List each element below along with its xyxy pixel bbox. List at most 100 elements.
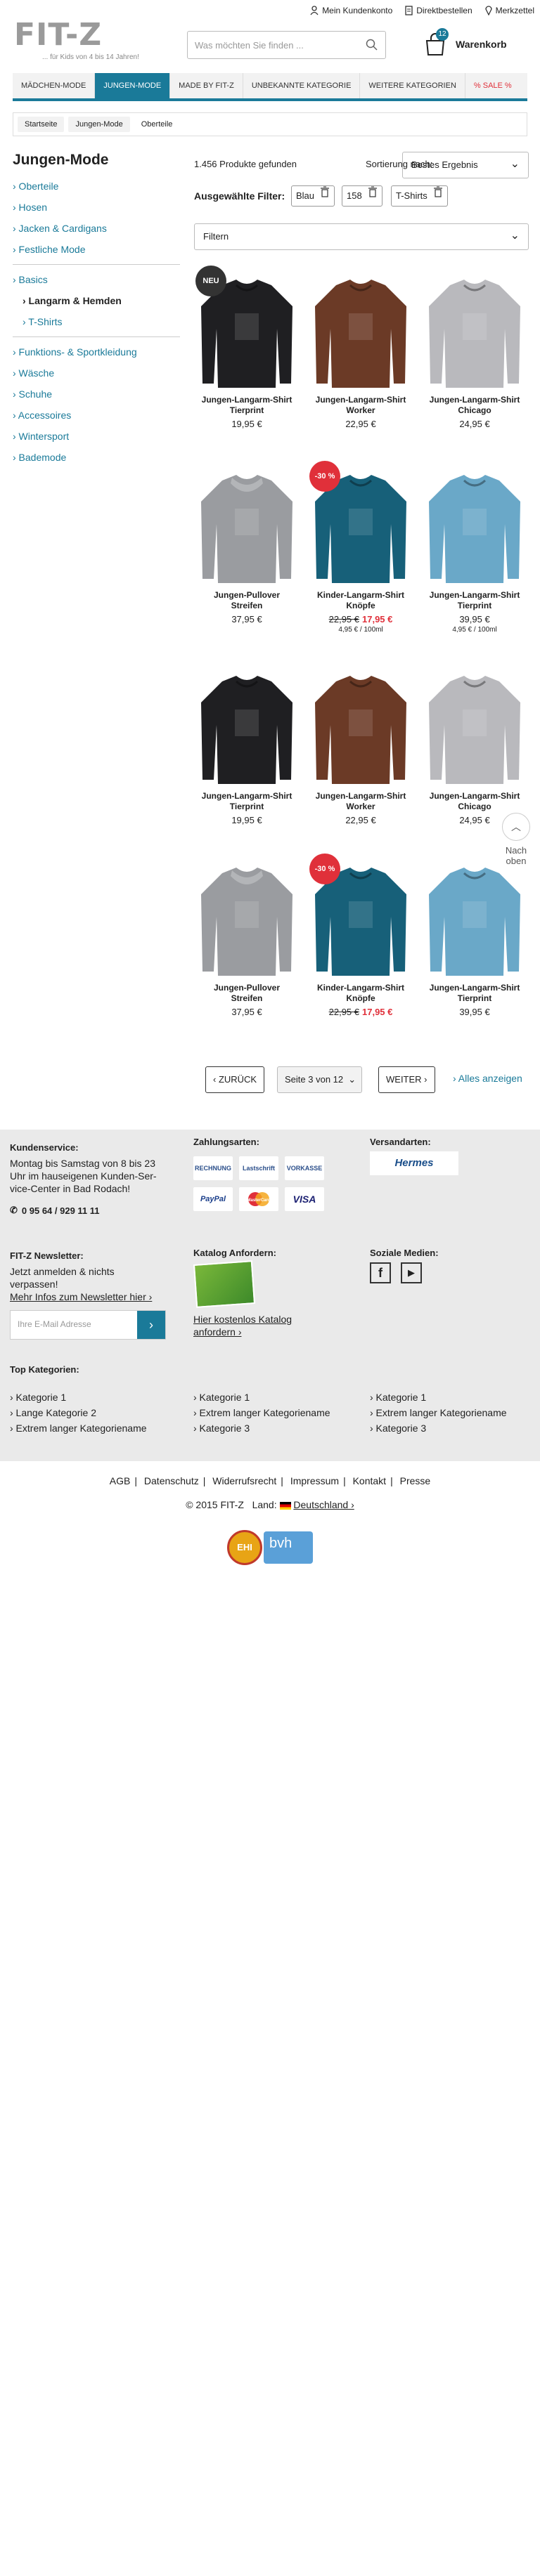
nav-sale[interactable]: % SALE %: [465, 73, 520, 98]
legal-presse[interactable]: Presse: [400, 1475, 431, 1486]
product-image[interactable]: [308, 264, 413, 391]
product-image[interactable]: NEU: [194, 264, 300, 391]
product-card[interactable]: Jungen-Langarm-Shirt Tierprint 39,95 €: [422, 852, 527, 1017]
product-card[interactable]: -30 % Kinder-Langarm-Shirt Knöpfe 22,95 €17…: [308, 459, 413, 634]
sidebar-item-accessoires[interactable]: › Accessoires: [13, 405, 180, 426]
sidebar-item-langarm[interactable]: › Langarm & Hemden: [13, 290, 180, 311]
service-phone[interactable]: ✆ 0 95 64 / 929 11 11: [10, 1205, 172, 1216]
catalog-image[interactable]: [193, 1260, 256, 1308]
facebook-icon[interactable]: f: [370, 1262, 391, 1283]
search-input[interactable]: Was möchten Sie finden ...: [187, 31, 386, 59]
sidebar-item-jacken[interactable]: › Jacken & Cardigans: [13, 218, 180, 239]
sidebar-item-schuhe[interactable]: › Schuhe: [13, 384, 180, 405]
product-card[interactable]: Jungen-Langarm-Shirt Worker 22,95 €: [308, 660, 413, 825]
sidebar-item-basics[interactable]: › Basics: [13, 269, 180, 290]
country-select[interactable]: Deutschland ›: [293, 1499, 354, 1510]
prev-page-button[interactable]: ‹ ZURÜCK: [205, 1066, 265, 1093]
trash-icon[interactable]: [433, 186, 443, 197]
email-input[interactable]: Ihre E-Mail Adresse: [11, 1311, 137, 1339]
next-page-button[interactable]: WEITER ›: [378, 1066, 435, 1093]
product-card[interactable]: Jungen-Pullover Streifen 37,95 €: [194, 852, 300, 1017]
show-all-link[interactable]: › Alles anzeigen: [453, 1073, 522, 1084]
catalog-link[interactable]: Hier kostenlos Katalog anfordern ›: [193, 1313, 306, 1338]
filter-select[interactable]: Filtern: [194, 223, 529, 250]
product-image[interactable]: [194, 852, 300, 979]
footer-category-link[interactable]: › Kategorie 3: [370, 1420, 507, 1436]
account-link[interactable]: Mein Kundenkonto: [310, 6, 392, 15]
product-name[interactable]: Jungen-Langarm-Shirt Worker: [308, 791, 413, 812]
product-name[interactable]: Jungen-Langarm-Shirt Tierprint: [194, 791, 300, 812]
legal-agb[interactable]: AGB: [110, 1475, 131, 1486]
footer-category-link[interactable]: › Lange Kategorie 2: [10, 1405, 147, 1420]
product-name[interactable]: Kinder-Langarm-Shirt Knöpfe: [308, 590, 413, 611]
cart-button[interactable]: 12 Warenkorb: [423, 28, 507, 56]
footer-category-link[interactable]: › Extrem langer Kategoriename: [193, 1405, 330, 1420]
product-name[interactable]: Jungen-Langarm-Shirt Tierprint: [194, 395, 300, 416]
sort-select[interactable]: Bestes Ergebnis: [402, 152, 529, 178]
nav-boys[interactable]: JUNGEN-MODE: [95, 73, 171, 98]
product-name[interactable]: Jungen-Langarm-Shirt Chicago: [422, 791, 527, 812]
trash-icon[interactable]: [320, 186, 330, 197]
product-image[interactable]: [308, 660, 413, 787]
product-name[interactable]: Jungen-Langarm-Shirt Tierprint: [422, 590, 527, 611]
back-to-top-button[interactable]: ︿ Nach oben: [501, 813, 532, 866]
product-name[interactable]: Jungen-Langarm-Shirt Chicago: [422, 395, 527, 416]
product-name[interactable]: Kinder-Langarm-Shirt Knöpfe: [308, 983, 413, 1004]
sidebar-item-festliche-mode[interactable]: › Festliche Mode: [13, 239, 180, 260]
sidebar-item-waesche[interactable]: › Wäsche: [13, 362, 180, 384]
product-card[interactable]: -30 % Kinder-Langarm-Shirt Knöpfe 22,95 €17…: [308, 852, 413, 1017]
nav-made-by[interactable]: MADE BY FIT-Z: [170, 73, 243, 98]
filter-chip-size[interactable]: 158: [342, 185, 382, 207]
legal-datenschutz[interactable]: Datenschutz: [144, 1475, 199, 1486]
nav-more-categories[interactable]: WEITERE KATEGORIEN: [360, 73, 465, 98]
direct-order-link[interactable]: Direktbestellen: [405, 6, 472, 15]
footer-category-link[interactable]: › Extrem langer Kategoriename: [10, 1420, 147, 1436]
product-card[interactable]: Jungen-Langarm-Shirt Worker 22,95 €: [308, 264, 413, 429]
filter-chip-color[interactable]: Blau: [291, 185, 335, 207]
product-card[interactable]: Jungen-Langarm-Shirt Tierprint 19,95 €: [194, 660, 300, 825]
product-image[interactable]: [422, 852, 527, 979]
legal-impressum[interactable]: Impressum: [290, 1475, 339, 1486]
product-image[interactable]: [422, 459, 527, 586]
sidebar-item-wintersport[interactable]: › Wintersport: [13, 426, 180, 447]
footer-category-link[interactable]: › Extrem langer Kategoriename: [370, 1405, 507, 1420]
nav-girls[interactable]: MÄDCHEN-MODE: [13, 73, 96, 98]
newsletter-info-link[interactable]: Mehr Infos zum Newsletter hier ›: [10, 1290, 158, 1303]
footer-category-link[interactable]: › Kategorie 1: [193, 1390, 330, 1405]
product-image[interactable]: -30 %: [308, 852, 413, 979]
sidebar-item-funktion[interactable]: › Funktions- & Sportkleidung: [13, 341, 180, 362]
breadcrumb-boys[interactable]: Jungen-Mode: [68, 117, 130, 132]
product-card[interactable]: Jungen-Langarm-Shirt Chicago 24,95 €: [422, 660, 527, 825]
youtube-icon[interactable]: ▶: [401, 1262, 422, 1283]
sidebar-item-hosen[interactable]: › Hosen: [13, 197, 180, 218]
footer-category-link[interactable]: › Kategorie 1: [370, 1390, 507, 1405]
breadcrumb-home[interactable]: Startseite: [18, 117, 65, 132]
product-card[interactable]: NEU Jungen-Langarm-Shirt Tierprint 19,95 €: [194, 264, 300, 429]
page-select[interactable]: Seite 3 von 12 ⌄: [277, 1066, 363, 1093]
product-image[interactable]: [194, 459, 300, 586]
trash-icon[interactable]: [368, 186, 378, 197]
product-card[interactable]: Jungen-Pullover Streifen 37,95 €: [194, 459, 300, 625]
trust-seal[interactable]: EHI bvh: [227, 1529, 314, 1567]
legal-kontakt[interactable]: Kontakt: [353, 1475, 386, 1486]
logo[interactable]: FIT-Z ... für Kids von 4 bis 14 Jahren!: [14, 20, 148, 62]
product-image[interactable]: -30 %: [308, 459, 413, 586]
search-icon[interactable]: [366, 39, 378, 51]
legal-widerruf[interactable]: Widerrufsrecht: [212, 1475, 276, 1486]
product-name[interactable]: Jungen-Pullover Streifen: [194, 590, 300, 611]
filter-chip-category[interactable]: T-Shirts: [391, 185, 448, 207]
footer-category-link[interactable]: › Kategorie 3: [193, 1420, 330, 1436]
product-card[interactable]: Jungen-Langarm-Shirt Chicago 24,95 €: [422, 264, 527, 429]
product-card[interactable]: Jungen-Langarm-Shirt Tierprint 39,95 €4,95…: [422, 459, 527, 634]
product-name[interactable]: Jungen-Langarm-Shirt Tierprint: [422, 983, 527, 1004]
product-image[interactable]: [422, 660, 527, 787]
wishlist-link[interactable]: Merkzettel: [484, 6, 534, 15]
product-image[interactable]: [194, 660, 300, 787]
nav-unknown-category[interactable]: UNBEKANNTE KATEGORIE: [243, 73, 361, 98]
product-name[interactable]: Jungen-Pullover Streifen: [194, 983, 300, 1004]
footer-category-link[interactable]: › Kategorie 1: [10, 1390, 147, 1405]
sidebar-item-oberteile[interactable]: › Oberteile: [13, 176, 180, 197]
sidebar-item-bademode[interactable]: › Bademode: [13, 447, 180, 468]
product-name[interactable]: Jungen-Langarm-Shirt Worker: [308, 395, 413, 416]
sidebar-item-tshirts[interactable]: › T-Shirts: [13, 311, 180, 332]
